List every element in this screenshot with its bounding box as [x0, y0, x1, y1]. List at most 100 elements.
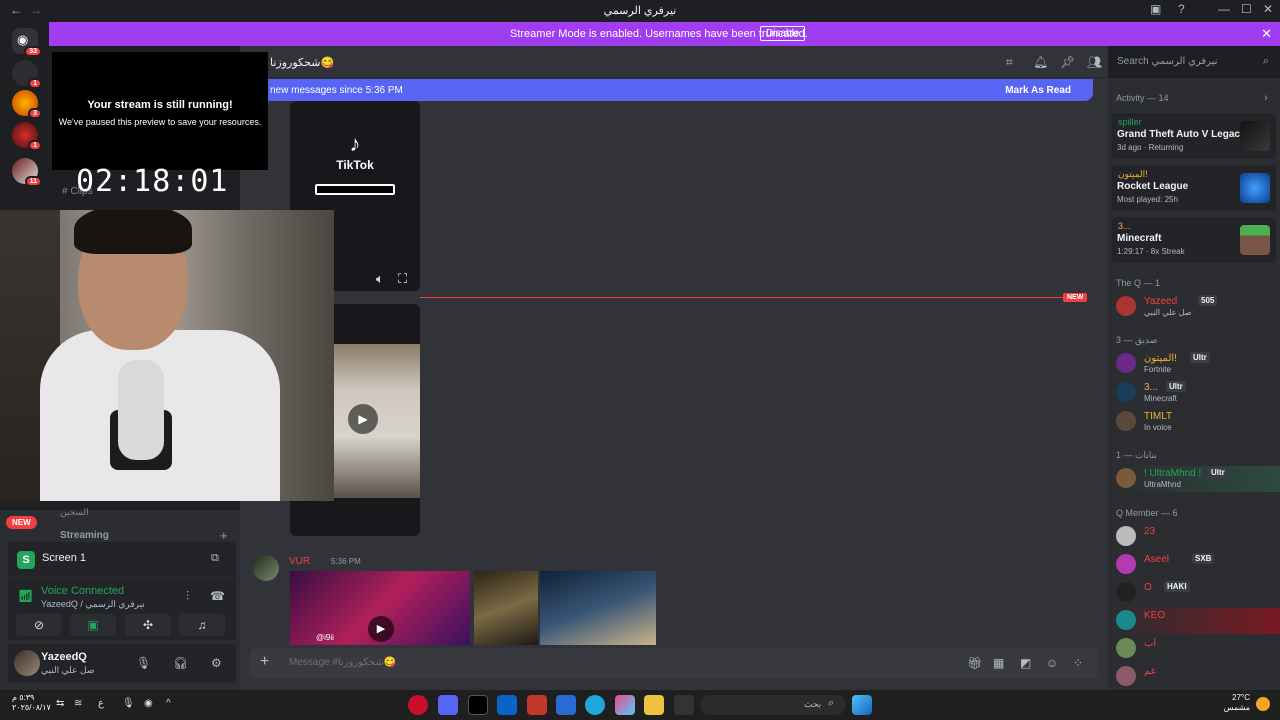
- server-icon-3[interactable]: 1: [12, 122, 42, 151]
- member-item[interactable]: TIMLT In voice: [1116, 409, 1280, 435]
- language-indicator[interactable]: ع: [98, 698, 104, 709]
- screen-share-panel[interactable]: S Screen 1 ⧉: [8, 542, 236, 577]
- sticker-icon[interactable]: ◩: [1020, 656, 1031, 670]
- minimize-icon[interactable]: —: [1218, 2, 1230, 16]
- play-icon[interactable]: ▶: [348, 404, 378, 434]
- gift-app-icon[interactable]: [527, 695, 547, 715]
- maximize-icon[interactable]: ☐: [1241, 2, 1252, 16]
- meet-icon[interactable]: ◉: [144, 698, 153, 709]
- member-item[interactable]: اب: [1116, 636, 1280, 662]
- search-input[interactable]: Search نيرفري الرسمي ⌕: [1112, 52, 1275, 72]
- home-discord-icon[interactable]: ◉ 33: [12, 28, 42, 57]
- username[interactable]: YazeedQ: [41, 651, 87, 663]
- activity-card[interactable]: الميتون! Rocket League Most played: 25h: [1112, 165, 1276, 211]
- member-item[interactable]: KEO: [1116, 608, 1280, 634]
- wifi-icon[interactable]: ≋: [74, 698, 82, 709]
- member-item[interactable]: 3... Ultr Minecraft: [1116, 380, 1280, 406]
- media-gallery[interactable]: @i9ii ▶: [290, 571, 656, 645]
- app-icon[interactable]: [674, 695, 694, 715]
- activity-card[interactable]: spiller Grand Theft Auto V Legacy 3d ago…: [1112, 113, 1276, 159]
- weather-widget[interactable]: 27°C مشمس: [1214, 693, 1250, 713]
- folder-icon[interactable]: [644, 695, 664, 715]
- apps-icon[interactable]: ⁘: [1073, 656, 1083, 670]
- gear-icon[interactable]: ⚙: [211, 656, 222, 670]
- pin-icon[interactable]: 📌︎: [1060, 55, 1075, 69]
- soundboard-button[interactable]: ♫: [179, 614, 225, 636]
- member-name: TIMLT: [1144, 411, 1173, 422]
- server-badge: 3: [28, 108, 42, 119]
- bell-icon[interactable]: 🔔︎: [1033, 55, 1048, 69]
- mark-as-read-button[interactable]: Mark As Read: [1005, 85, 1071, 96]
- member-item[interactable]: عم: [1116, 664, 1280, 690]
- tiktok-logo-icon: ♪: [349, 131, 361, 156]
- store-icon[interactable]: [556, 695, 576, 715]
- media-thumbnail-3[interactable]: [540, 571, 656, 645]
- stream-preview-paused[interactable]: Your stream is still running! We've paus…: [52, 52, 268, 170]
- voice-channel[interactable]: YazeedQ / نيرفري الرسمي: [41, 599, 145, 610]
- avatar[interactable]: [253, 555, 279, 581]
- gif-icon[interactable]: ▦: [993, 656, 1004, 670]
- members-icon[interactable]: 👥︎: [1087, 55, 1102, 69]
- volume-icon[interactable]: 🔈︎: [376, 271, 384, 287]
- member-item[interactable]: Yazeed 505 صل علي النبي: [1116, 294, 1280, 320]
- disable-streamer-mode-button[interactable]: Disable: [760, 26, 806, 41]
- chevron-up-icon[interactable]: ^: [166, 698, 171, 709]
- close-banner-icon[interactable]: ✕: [1261, 26, 1272, 42]
- microphone-icon[interactable]: 🎙︎: [122, 698, 135, 709]
- emoji-icon[interactable]: ☺: [1046, 656, 1058, 670]
- screen-options-icon[interactable]: ⧉: [211, 552, 219, 565]
- close-window-icon[interactable]: ✕: [1263, 2, 1273, 16]
- start-icon[interactable]: [852, 695, 872, 715]
- camera-off-button[interactable]: ⊘: [16, 614, 62, 636]
- member-item[interactable]: 23: [1116, 524, 1280, 550]
- discord-icon[interactable]: [438, 695, 458, 715]
- edge-icon[interactable]: [585, 695, 605, 715]
- disconnect-icon[interactable]: ☎: [210, 589, 225, 603]
- help-icon[interactable]: ?: [1178, 2, 1185, 16]
- media-thumbnail-1[interactable]: @i9ii ▶: [290, 571, 470, 645]
- member-item[interactable]: O HAKI: [1116, 580, 1280, 606]
- member-item[interactable]: Aseel SXB: [1116, 552, 1280, 578]
- add-channel-icon[interactable]: +: [220, 528, 228, 543]
- voice-status[interactable]: Voice Connected: [41, 585, 124, 597]
- media-thumbnail-2[interactable]: [474, 571, 538, 645]
- streaming-category[interactable]: Streaming: [60, 530, 109, 541]
- threads-icon[interactable]: ⌗: [1006, 55, 1013, 70]
- server-badge: 1: [28, 78, 42, 89]
- copilot-icon[interactable]: [615, 695, 635, 715]
- microphone: [118, 360, 164, 460]
- member-item[interactable]: ! UltraMhnd ! Ultr UltraMhnd: [1116, 466, 1280, 492]
- avatar[interactable]: [14, 650, 40, 676]
- network-icon[interactable]: ⇆: [56, 698, 64, 709]
- member-item[interactable]: الميتون! Ultr Fortnite: [1116, 351, 1280, 377]
- new-messages-bar[interactable]: new messages since 5:36 PM Mark As Read: [248, 79, 1093, 101]
- taskbar-search[interactable]: بحث ⌕: [700, 695, 846, 715]
- play-icon[interactable]: ▶: [368, 616, 394, 642]
- message-composer[interactable]: + Message #شحكوروزنا😋 🎁︎ ▦ ◩ ☺ ⁘: [250, 648, 1098, 678]
- app-icon[interactable]: [408, 695, 428, 715]
- back-arrow-icon[interactable]: ←: [10, 3, 22, 17]
- forward-arrow-icon[interactable]: →: [30, 3, 42, 17]
- taskbar-clock[interactable]: ٥:٣٩ م ٢٠٢٥/٠٨/١٧: [12, 693, 51, 713]
- microphone-icon[interactable]: 🎙︎: [136, 656, 151, 670]
- activity-card[interactable]: 3... Minecraft 1:29:17 · 8x Streak: [1112, 217, 1276, 263]
- chevron-right-icon[interactable]: ›: [1264, 92, 1268, 104]
- add-attachment-icon[interactable]: +: [260, 653, 269, 671]
- webcam-overlay: [0, 210, 334, 501]
- gift-icon[interactable]: 🎁︎: [967, 656, 982, 670]
- server-icon-2[interactable]: 3: [12, 90, 42, 119]
- headphones-icon[interactable]: 🎧︎: [173, 656, 188, 670]
- channel-lounge[interactable]: السجين: [60, 507, 89, 518]
- fullscreen-icon[interactable]: ⛶: [398, 271, 407, 287]
- server-icon-4[interactable]: 11: [12, 158, 42, 187]
- signal-icon[interactable]: 📶︎: [18, 589, 33, 603]
- server-icon-1[interactable]: 1: [12, 60, 42, 89]
- noise-suppression-icon[interactable]: ⫶: [186, 589, 189, 604]
- activities-button[interactable]: ✣: [125, 614, 171, 636]
- message-author[interactable]: VUR: [289, 556, 310, 567]
- screen-share-button[interactable]: ▣: [70, 614, 116, 636]
- capcut-icon[interactable]: [468, 695, 488, 715]
- inbox-icon[interactable]: ▣: [1150, 2, 1161, 16]
- outlook-icon[interactable]: [497, 695, 517, 715]
- avatar: [1116, 610, 1136, 630]
